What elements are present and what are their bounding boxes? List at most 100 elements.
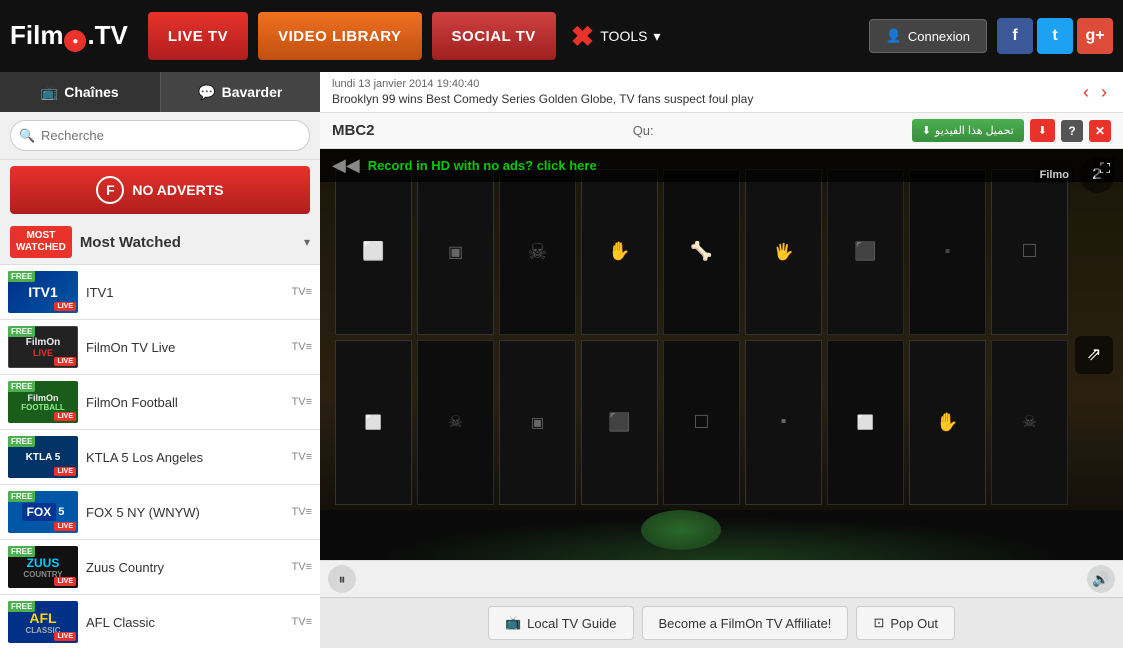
most-watched-header: MOSTWATCHED Most Watched ▾ bbox=[0, 220, 320, 265]
art-frame-11: ☠ bbox=[417, 340, 494, 506]
player-controls-header: ⬇ تحميل هذا الفيديو ⬇ ? ✕ bbox=[912, 119, 1111, 142]
download-button[interactable]: ⬇ تحميل هذا الفيديو bbox=[912, 119, 1024, 142]
channel-logo-wrap-itv1: FREE ITV1 LIVE bbox=[8, 271, 78, 313]
tv-icon-fox5: TV≡ bbox=[292, 506, 312, 518]
channel-name-zuus: Zuus Country bbox=[86, 560, 284, 575]
logo-circle: ● bbox=[64, 30, 86, 52]
tv-icon-afl: TV≡ bbox=[292, 616, 312, 628]
tools-icon: ✖ bbox=[571, 20, 594, 53]
free-badge-filmon: FREE bbox=[8, 326, 35, 337]
no-adverts-label: NO ADVERTS bbox=[132, 182, 223, 198]
news-next-button[interactable]: › bbox=[1097, 82, 1111, 103]
news-bar-inner: lundi 13 janvier 2014 19:40:40 Brooklyn … bbox=[332, 78, 753, 106]
live-badge-filmon: LIVE bbox=[54, 357, 76, 366]
art-frames-grid: ⬜ ▣ ☠ ✋ 🦴 🖐 ⬛ ▪ ☐ ⬜ ☠ ▣ ⬛ bbox=[330, 164, 1073, 510]
record-text: Record in HD with no ads? click here bbox=[368, 158, 597, 173]
channel-logo-wrap-afl: FREE AFL CLASSIC LIVE bbox=[8, 601, 78, 643]
fullscreen-button[interactable]: ⛶ bbox=[1095, 157, 1115, 180]
live-badge-fox5: LIVE bbox=[54, 522, 76, 531]
channel-item-zuus[interactable]: FREE ZUUS COUNTRY LIVE Zuus Country TV≡ bbox=[0, 540, 320, 595]
channel-item-itv1[interactable]: FREE ITV1 LIVE ITV1 TV≡ bbox=[0, 265, 320, 320]
art-frame-13: ⬛ bbox=[581, 340, 658, 506]
local-tv-guide-button[interactable]: 📺 Local TV Guide bbox=[488, 606, 634, 640]
live-badge-football: LIVE bbox=[54, 412, 76, 421]
affiliate-button[interactable]: Become a FilmOn TV Affiliate! bbox=[642, 606, 849, 640]
pop-out-icon: ⊡ bbox=[873, 615, 884, 631]
news-date: lundi 13 janvier 2014 19:40:40 bbox=[332, 78, 753, 90]
tab-chaines[interactable]: 📺 Chaînes bbox=[0, 72, 161, 112]
most-watched-label: Most Watched bbox=[80, 234, 296, 251]
art-frame-6: 🖐 bbox=[745, 169, 822, 335]
close-player-button[interactable]: ✕ bbox=[1089, 120, 1111, 142]
tools-dropdown-icon: ▾ bbox=[653, 28, 660, 45]
no-adverts-button[interactable]: F NO ADVERTS bbox=[10, 166, 310, 214]
art-frame-8: ▪ bbox=[909, 169, 986, 335]
channel-name-ktla5: KTLA 5 Los Angeles bbox=[86, 450, 284, 465]
social-icons-group: f t g+ bbox=[997, 18, 1113, 54]
watermark-logo: Filmo bbox=[1034, 167, 1075, 183]
news-nav: ‹ › bbox=[1079, 82, 1111, 103]
logo: Film●.TV bbox=[10, 20, 128, 53]
record-back-button[interactable]: ◀◀ bbox=[332, 155, 360, 176]
chat-icon: 💬 bbox=[198, 84, 215, 101]
channel-logo-wrap-fox5: FREE FOX 5 LIVE bbox=[8, 491, 78, 533]
download-red-button[interactable]: ⬇ bbox=[1030, 119, 1055, 142]
connexion-button[interactable]: 👤 Connexion bbox=[869, 19, 987, 53]
art-frame-18: ☠ bbox=[991, 340, 1068, 506]
pop-out-button[interactable]: ⊡ Pop Out bbox=[856, 606, 955, 640]
user-icon: 👤 bbox=[886, 28, 902, 44]
channel-name-filmon-live: FilmOn TV Live bbox=[86, 340, 284, 355]
channel-item-afl[interactable]: FREE AFL CLASSIC LIVE AFL Classic TV≡ bbox=[0, 595, 320, 648]
channel-logo-wrap-football: FREE FilmOnFOOTBALL LIVE bbox=[8, 381, 78, 423]
channel-item-fox5[interactable]: FREE FOX 5 LIVE FOX 5 NY (WNYW) TV≡ bbox=[0, 485, 320, 540]
logo-film: Film bbox=[10, 20, 63, 50]
video-player: ⬜ ▣ ☠ ✋ 🦴 🖐 ⬛ ▪ ☐ ⬜ ☠ ▣ ⬛ bbox=[320, 149, 1123, 560]
twitter-button[interactable]: t bbox=[1037, 18, 1073, 54]
search-wrap: 🔍 bbox=[10, 120, 310, 151]
nav-social-button[interactable]: SOCIAL TV bbox=[432, 12, 556, 60]
main-layout: 📺 Chaînes 💬 Bavarder 🔍 F NO ADVERTS MOST… bbox=[0, 72, 1123, 648]
tab-bavarder-label: Bavarder bbox=[222, 84, 283, 100]
art-frame-2: ▣ bbox=[417, 169, 494, 335]
channel-item-ktla5[interactable]: FREE KTLA 5 LIVE KTLA 5 Los Angeles TV≡ bbox=[0, 430, 320, 485]
nav-video-button[interactable]: VIDEO LIBRARY bbox=[258, 12, 421, 60]
volume-button[interactable]: 🔊 bbox=[1087, 565, 1115, 593]
video-sphere bbox=[641, 510, 721, 550]
player-header: MBC2 Qu: ⬇ تحميل هذا الفيديو ⬇ ? ✕ bbox=[320, 113, 1123, 149]
channel-name-itv1: ITV1 bbox=[86, 285, 284, 300]
channel-item-filmon-live[interactable]: FREE FilmOnLIVE LIVE FilmOn TV Live TV≡ bbox=[0, 320, 320, 375]
channel-logo-wrap-zuus: FREE ZUUS COUNTRY LIVE bbox=[8, 546, 78, 588]
facebook-button[interactable]: f bbox=[997, 18, 1033, 54]
channel-logo-wrap-filmon: FREE FilmOnLIVE LIVE bbox=[8, 326, 78, 368]
free-badge-itv1: FREE bbox=[8, 271, 35, 282]
affiliate-label: Become a FilmOn TV Affiliate! bbox=[659, 616, 832, 631]
logo-tv-text: .TV bbox=[87, 20, 127, 50]
art-frame-17: ✋ bbox=[909, 340, 986, 506]
art-frame-12: ▣ bbox=[499, 340, 576, 506]
free-badge-football: FREE bbox=[8, 381, 35, 392]
google-plus-button[interactable]: g+ bbox=[1077, 18, 1113, 54]
local-tv-label: Local TV Guide bbox=[527, 616, 616, 631]
news-prev-button[interactable]: ‹ bbox=[1079, 82, 1093, 103]
free-badge-ktla5: FREE bbox=[8, 436, 35, 447]
channel-item-filmon-football[interactable]: FREE FilmOnFOOTBALL LIVE FilmOn Football… bbox=[0, 375, 320, 430]
share-button[interactable]: ⇗ bbox=[1075, 336, 1113, 374]
art-frame-5: 🦴 bbox=[663, 169, 740, 335]
tab-bavarder[interactable]: 💬 Bavarder bbox=[161, 72, 321, 112]
connexion-label: Connexion bbox=[908, 29, 970, 44]
tv-icon: 📺 bbox=[41, 84, 58, 101]
art-frame-10: ⬜ bbox=[335, 340, 412, 506]
most-watched-badge: MOSTWATCHED bbox=[10, 226, 72, 258]
tab-chaines-label: Chaînes bbox=[64, 84, 118, 100]
tv-icon-filmon-football: TV≡ bbox=[292, 396, 312, 408]
nav-live-button[interactable]: LIVE TV bbox=[148, 12, 248, 60]
help-button[interactable]: ? bbox=[1061, 120, 1083, 142]
tools-button[interactable]: ✖ TOOLS ▾ bbox=[571, 20, 661, 53]
search-input[interactable] bbox=[10, 120, 310, 151]
free-badge-afl: FREE bbox=[8, 601, 35, 612]
bottom-action-bar: 📺 Local TV Guide Become a FilmOn TV Affi… bbox=[320, 597, 1123, 648]
channel-name-afl: AFL Classic bbox=[86, 615, 284, 630]
pause-button[interactable]: ⏸ bbox=[328, 565, 356, 593]
sidebar: 📺 Chaînes 💬 Bavarder 🔍 F NO ADVERTS MOST… bbox=[0, 72, 320, 648]
live-badge-itv1: LIVE bbox=[54, 302, 76, 311]
